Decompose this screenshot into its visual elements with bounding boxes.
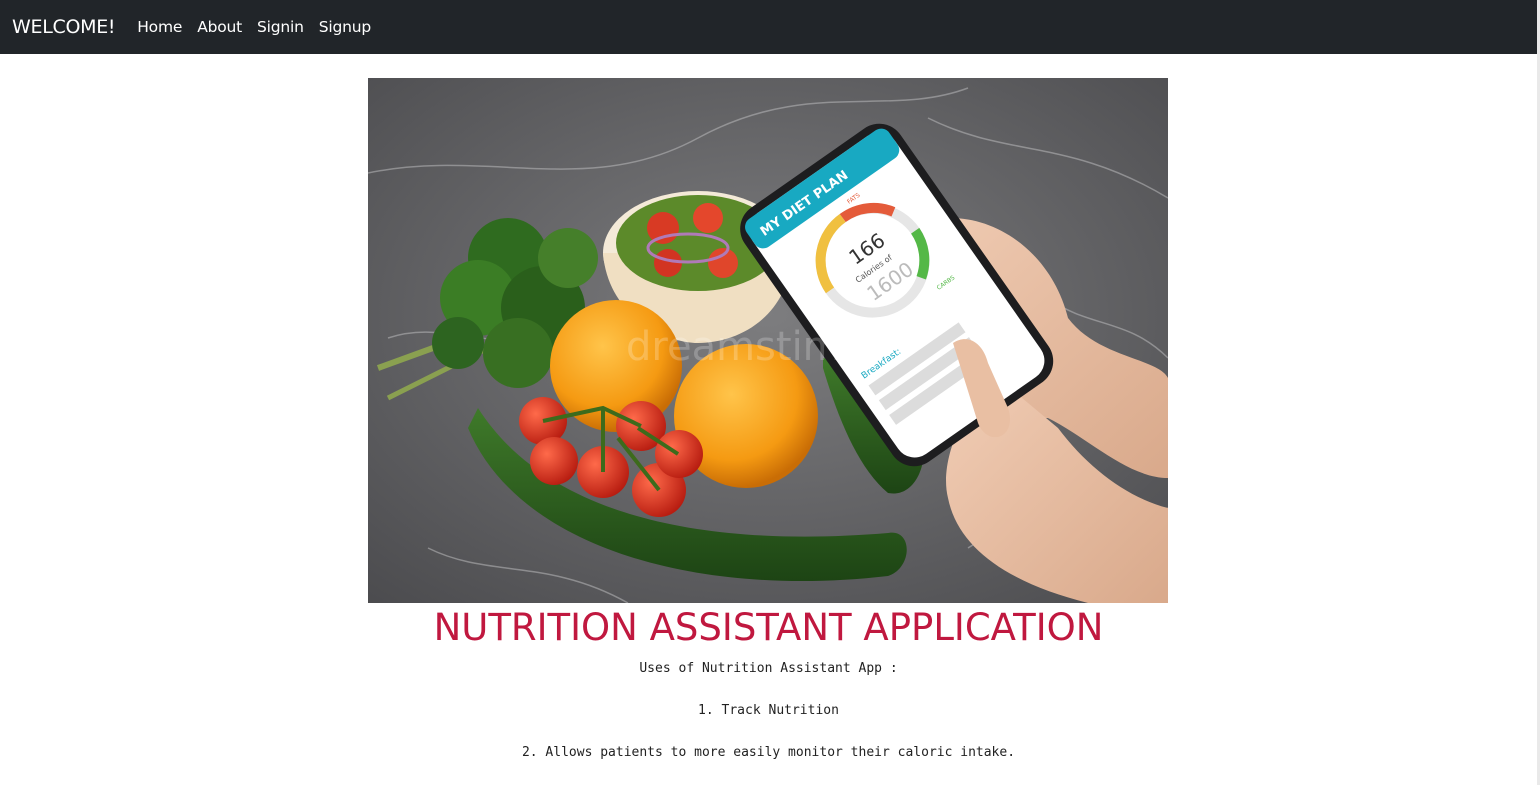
uses-intro: Uses of Nutrition Assistant App : [639,661,898,676]
page-title: NUTRITION ASSISTANT APPLICATION [433,606,1104,649]
nav-link-home[interactable]: Home [137,18,182,36]
use-item-2: 2. Allows patients to more easily monito… [521,745,1016,760]
nav-link-signup[interactable]: Signup [319,18,371,36]
top-navbar: WELCOME! Home About Signin Signup [0,0,1537,54]
nav-link-signin[interactable]: Signin [257,18,304,36]
use-item-1: 1. Track Nutrition [698,703,839,718]
nav-link-about[interactable]: About [197,18,242,36]
watermark-text: dreamstime [626,324,866,370]
hero-illustration: MY DIET PLAN 166 Calories of 1600 FATS C… [368,78,1168,603]
navbar-brand[interactable]: WELCOME! [12,16,116,38]
hero-image: MY DIET PLAN 166 Calories of 1600 FATS C… [368,78,1168,603]
